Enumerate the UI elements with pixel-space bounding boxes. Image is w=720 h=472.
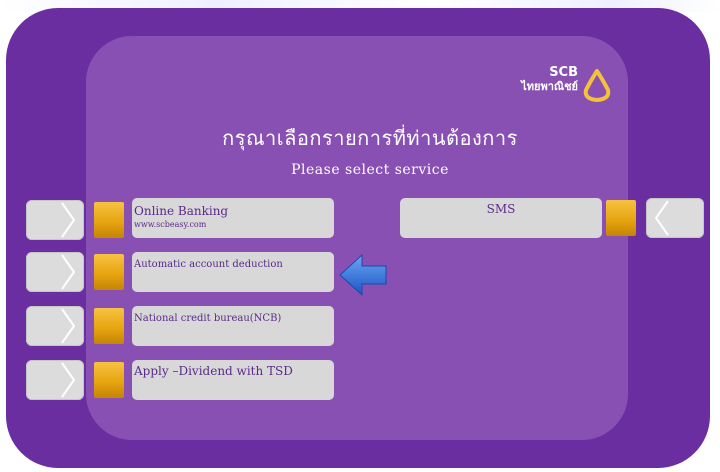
option-sublabel: www.scbeasy.com [134, 220, 207, 229]
option-sms[interactable]: SMS [400, 198, 602, 238]
option-label: Online Banking [134, 204, 229, 218]
page-title-english: Please select service [291, 162, 449, 178]
side-key-left-1[interactable] [26, 200, 84, 240]
option-online-banking[interactable]: Online Banking www.scbeasy.com [132, 198, 334, 238]
select-key-right-1[interactable] [606, 200, 636, 236]
option-label: SMS [486, 202, 516, 216]
side-key-right-1[interactable] [646, 198, 704, 238]
select-key-left-2[interactable] [94, 254, 124, 290]
page-title-thai: กรุณาเลือกรายการที่ท่านต้องการ [222, 126, 518, 150]
scb-logo-icon [583, 69, 611, 102]
left-arrow-icon [339, 253, 387, 297]
option-label: Apply –Dividend with TSD [134, 364, 293, 378]
chevron-left-icon [654, 200, 669, 236]
side-key-left-2[interactable] [26, 252, 84, 292]
option-apply-dividend-tsd[interactable]: Apply –Dividend with TSD [132, 360, 334, 400]
chevron-right-icon [61, 254, 76, 290]
brand-line-2: ไทยพาณิชย์ [521, 80, 578, 93]
brand-line-1: SCB [549, 65, 578, 80]
chevron-right-icon [61, 202, 76, 238]
option-label: National credit bureau(NCB) [134, 313, 282, 324]
side-key-left-3[interactable] [26, 306, 84, 346]
select-key-left-1[interactable] [94, 202, 124, 238]
select-key-left-4[interactable] [94, 362, 124, 398]
option-automatic-account-deduction[interactable]: Automatic account deduction [132, 252, 334, 292]
chevron-right-icon [61, 308, 76, 344]
side-key-left-4[interactable] [26, 360, 84, 400]
chevron-right-icon [61, 362, 76, 398]
option-label: Automatic account deduction [134, 259, 283, 270]
option-national-credit-bureau[interactable]: National credit bureau(NCB) [132, 306, 334, 346]
select-key-left-3[interactable] [94, 308, 124, 344]
scb-logo: SCB ไทยพาณิชย์ [482, 66, 612, 108]
